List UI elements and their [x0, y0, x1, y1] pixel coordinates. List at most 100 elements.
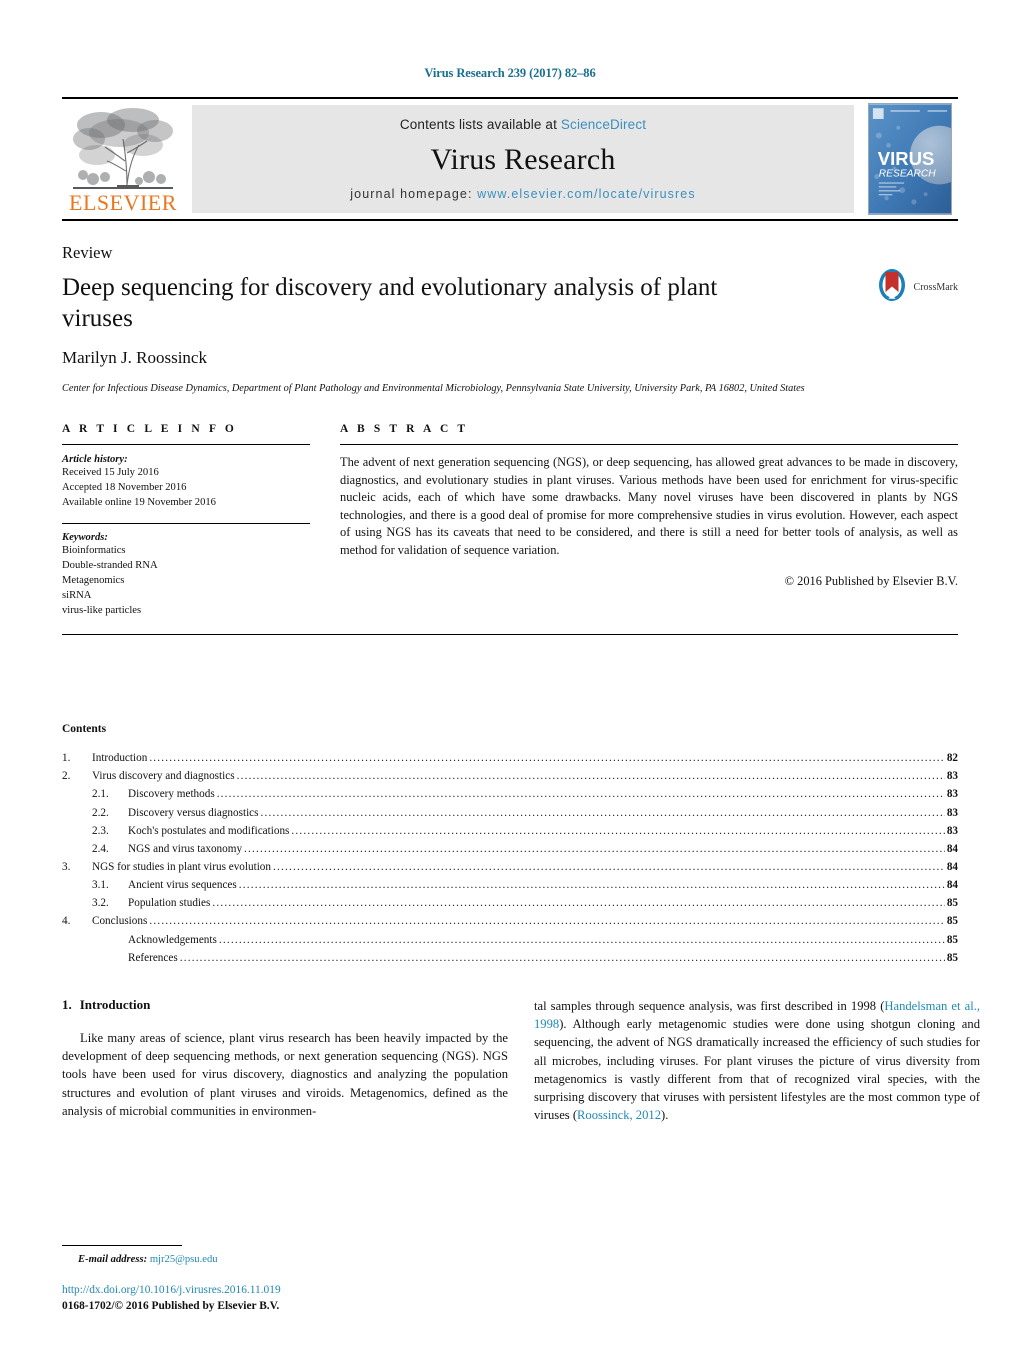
page-title: Deep sequencing for discovery and evolut…: [62, 274, 718, 332]
toc-entry-label: Acknowledgements: [128, 933, 217, 946]
toc-entry-page: 85: [946, 951, 958, 964]
toc-leader-dots: ........................................…: [236, 770, 945, 783]
author-affiliation: Center for Infectious Disease Dynamics, …: [62, 383, 805, 394]
issn-copyright-line: 0168-1702/© 2016 Published by Elsevier B…: [62, 1300, 280, 1313]
body-columns: 1. Introduction Like many areas of scienc…: [62, 997, 980, 1125]
toc-entry-page: 84: [946, 842, 958, 855]
toc-leader-dots: ........................................…: [238, 879, 945, 892]
toc-entry[interactable]: 3.2. Population studies..................…: [62, 894, 958, 912]
intro-paragraph-right: tal samples through sequence analysis, w…: [534, 997, 980, 1125]
keyword-item: Double-stranded RNA: [62, 560, 158, 572]
toc-entry-subnumber: 2.1.: [92, 788, 109, 801]
toc-entry[interactable]: 1. Introduction..........................…: [62, 749, 958, 767]
toc-entry[interactable]: 2. Virus discovery and diagnostics.......…: [62, 767, 958, 785]
toc-entry[interactable]: 3.1. Ancient virus sequences.............…: [62, 876, 958, 894]
journal-cover-image: VIRUS RESEARCH: [868, 103, 952, 215]
toc-entry-number: 4.: [62, 915, 71, 928]
article-info-rule: [62, 443, 310, 445]
info-abstract-region: A R T I C L E I N F O Article history: R…: [62, 422, 958, 636]
toc-entry-label: References: [128, 951, 178, 964]
article-info-heading: A R T I C L E I N F O: [62, 422, 237, 435]
toc-leader-dots: ........................................…: [218, 933, 945, 946]
keyword-item: virus-like particles: [62, 605, 142, 617]
abstract-heading: A B S T R A C T: [340, 422, 469, 435]
toc-entry-subnumber: 3.2.: [92, 897, 109, 910]
elsevier-tree-icon: [71, 105, 175, 191]
toc-entry-page: 82: [946, 752, 958, 765]
crossmark-label: CrossMark: [913, 282, 958, 293]
toc-entry-subnumber: 3.1.: [92, 879, 109, 892]
email-label: E-mail address:: [78, 1254, 148, 1265]
keyword-item: Metagenomics: [62, 575, 125, 587]
abstract-rule: [340, 443, 958, 445]
toc-leader-dots: ........................................…: [216, 788, 945, 801]
elsevier-wordmark: ELSEVIER: [69, 190, 177, 215]
abstract-text: The advent of next generation sequencing…: [340, 454, 958, 557]
history-accepted: Accepted 18 November 2016: [62, 481, 187, 493]
sciencedirect-link[interactable]: ScienceDirect: [561, 117, 646, 132]
toc-entry[interactable]: References..............................…: [62, 949, 958, 967]
svg-text:RESEARCH: RESEARCH: [879, 169, 937, 180]
doi-link[interactable]: http://dx.doi.org/10.1016/j.virusres.201…: [62, 1282, 582, 1299]
abstract-column: A B S T R A C T The advent of next gener…: [340, 423, 958, 618]
crossmark-badge[interactable]: CrossMark: [874, 267, 958, 308]
section-title: Introduction: [79, 996, 151, 1012]
keyword-item: Bioinformatics: [62, 545, 126, 557]
author-name: Marilyn J. Roossinck: [62, 348, 207, 367]
toc-entry[interactable]: 2.4. NGS and virus taxonomy..............…: [62, 840, 958, 858]
toc-entry[interactable]: Acknowledgements........................…: [62, 931, 958, 949]
toc-entry-label: Ancient virus sequences: [128, 879, 237, 892]
citation-roossinck[interactable]: Roossinck, 2012: [577, 1108, 661, 1122]
toc-entry-label: Discovery versus diagnostics: [128, 806, 259, 819]
toc-entry-label: NGS for studies in plant virus evolution: [92, 861, 271, 874]
toc-entry-label: Koch's postulates and modifications: [128, 824, 290, 837]
toc-entry[interactable]: 2.3. Koch's postulates and modifications.…: [62, 822, 958, 840]
toc-list: 1. Introduction..........................…: [62, 749, 958, 967]
toc-entry-page: 84: [946, 861, 958, 874]
toc-entry[interactable]: 4. Conclusions...........................…: [62, 912, 958, 930]
toc-leader-dots: ........................................…: [291, 824, 944, 837]
keyword-item: siRNA: [62, 590, 92, 602]
toc-entry-page: 83: [946, 788, 958, 801]
toc-entry-number: 3.: [62, 861, 71, 874]
homepage-prefix: journal homepage:: [350, 187, 478, 201]
toc-entry-label: Introduction: [92, 752, 148, 765]
intro-paragraph-left: Like many areas of science, plant virus …: [62, 1030, 508, 1118]
toc-entry-page: 83: [946, 770, 958, 783]
table-of-contents: Contents 1. Introduction.................…: [62, 723, 958, 967]
article-type-label: Review: [62, 243, 113, 262]
toc-entry[interactable]: 3. NGS for studies in plant virus evoluti…: [62, 858, 958, 876]
toc-entry[interactable]: 2.2. Discovery versus diagnostics........…: [62, 804, 958, 822]
email-link[interactable]: mjr25@psu.edu: [150, 1254, 218, 1265]
history-received: Received 15 July 2016: [62, 466, 159, 478]
contents-available-line: Contents lists available at ScienceDirec…: [400, 117, 646, 132]
toc-leader-dots: ........................................…: [273, 861, 945, 874]
toc-entry-number: 1.: [62, 752, 71, 765]
intro-right-part1: tal samples through sequence analysis, w…: [534, 998, 885, 1013]
intro-right-part2: ). Although early metagenomic studies we…: [534, 1017, 980, 1123]
toc-entry-label: Population studies: [128, 897, 211, 910]
keywords-rule: [62, 523, 310, 525]
section-number: 1.: [62, 996, 72, 1012]
body-column-right: tal samples through sequence analysis, w…: [534, 997, 980, 1125]
toc-entry[interactable]: 2.1. Discovery methods...................…: [62, 785, 958, 803]
keywords-label: Keywords:: [62, 532, 108, 544]
toc-entry-page: 85: [946, 897, 958, 910]
svg-text:VIRUS: VIRUS: [878, 148, 935, 169]
journal-masthead: ELSEVIER Contents lists available at Sci…: [62, 97, 958, 221]
intro-right-part3: ).: [661, 1108, 669, 1123]
doi-block: http://dx.doi.org/10.1016/j.virusres.201…: [62, 1282, 582, 1315]
section-heading-introduction: 1. Introduction: [62, 997, 508, 1013]
journal-cover-thumbnail: VIRUS RESEARCH: [862, 99, 958, 219]
toc-entry-page: 83: [946, 824, 958, 837]
running-head: Virus Research 239 (2017) 82–86: [424, 66, 596, 80]
history-available-online: Available online 19 November 2016: [62, 496, 216, 508]
toc-entry-subnumber: 2.2.: [92, 806, 109, 819]
abstract-copyright: © 2016 Published by Elsevier B.V.: [784, 573, 958, 588]
toc-entry-page: 84: [946, 879, 958, 892]
toc-entry-subnumber: 2.3.: [92, 824, 109, 837]
homepage-url-link[interactable]: www.elsevier.com/locate/virusres: [477, 187, 696, 201]
toc-entry-label: Discovery methods: [128, 788, 215, 801]
elsevier-logo: ELSEVIER: [62, 99, 184, 219]
